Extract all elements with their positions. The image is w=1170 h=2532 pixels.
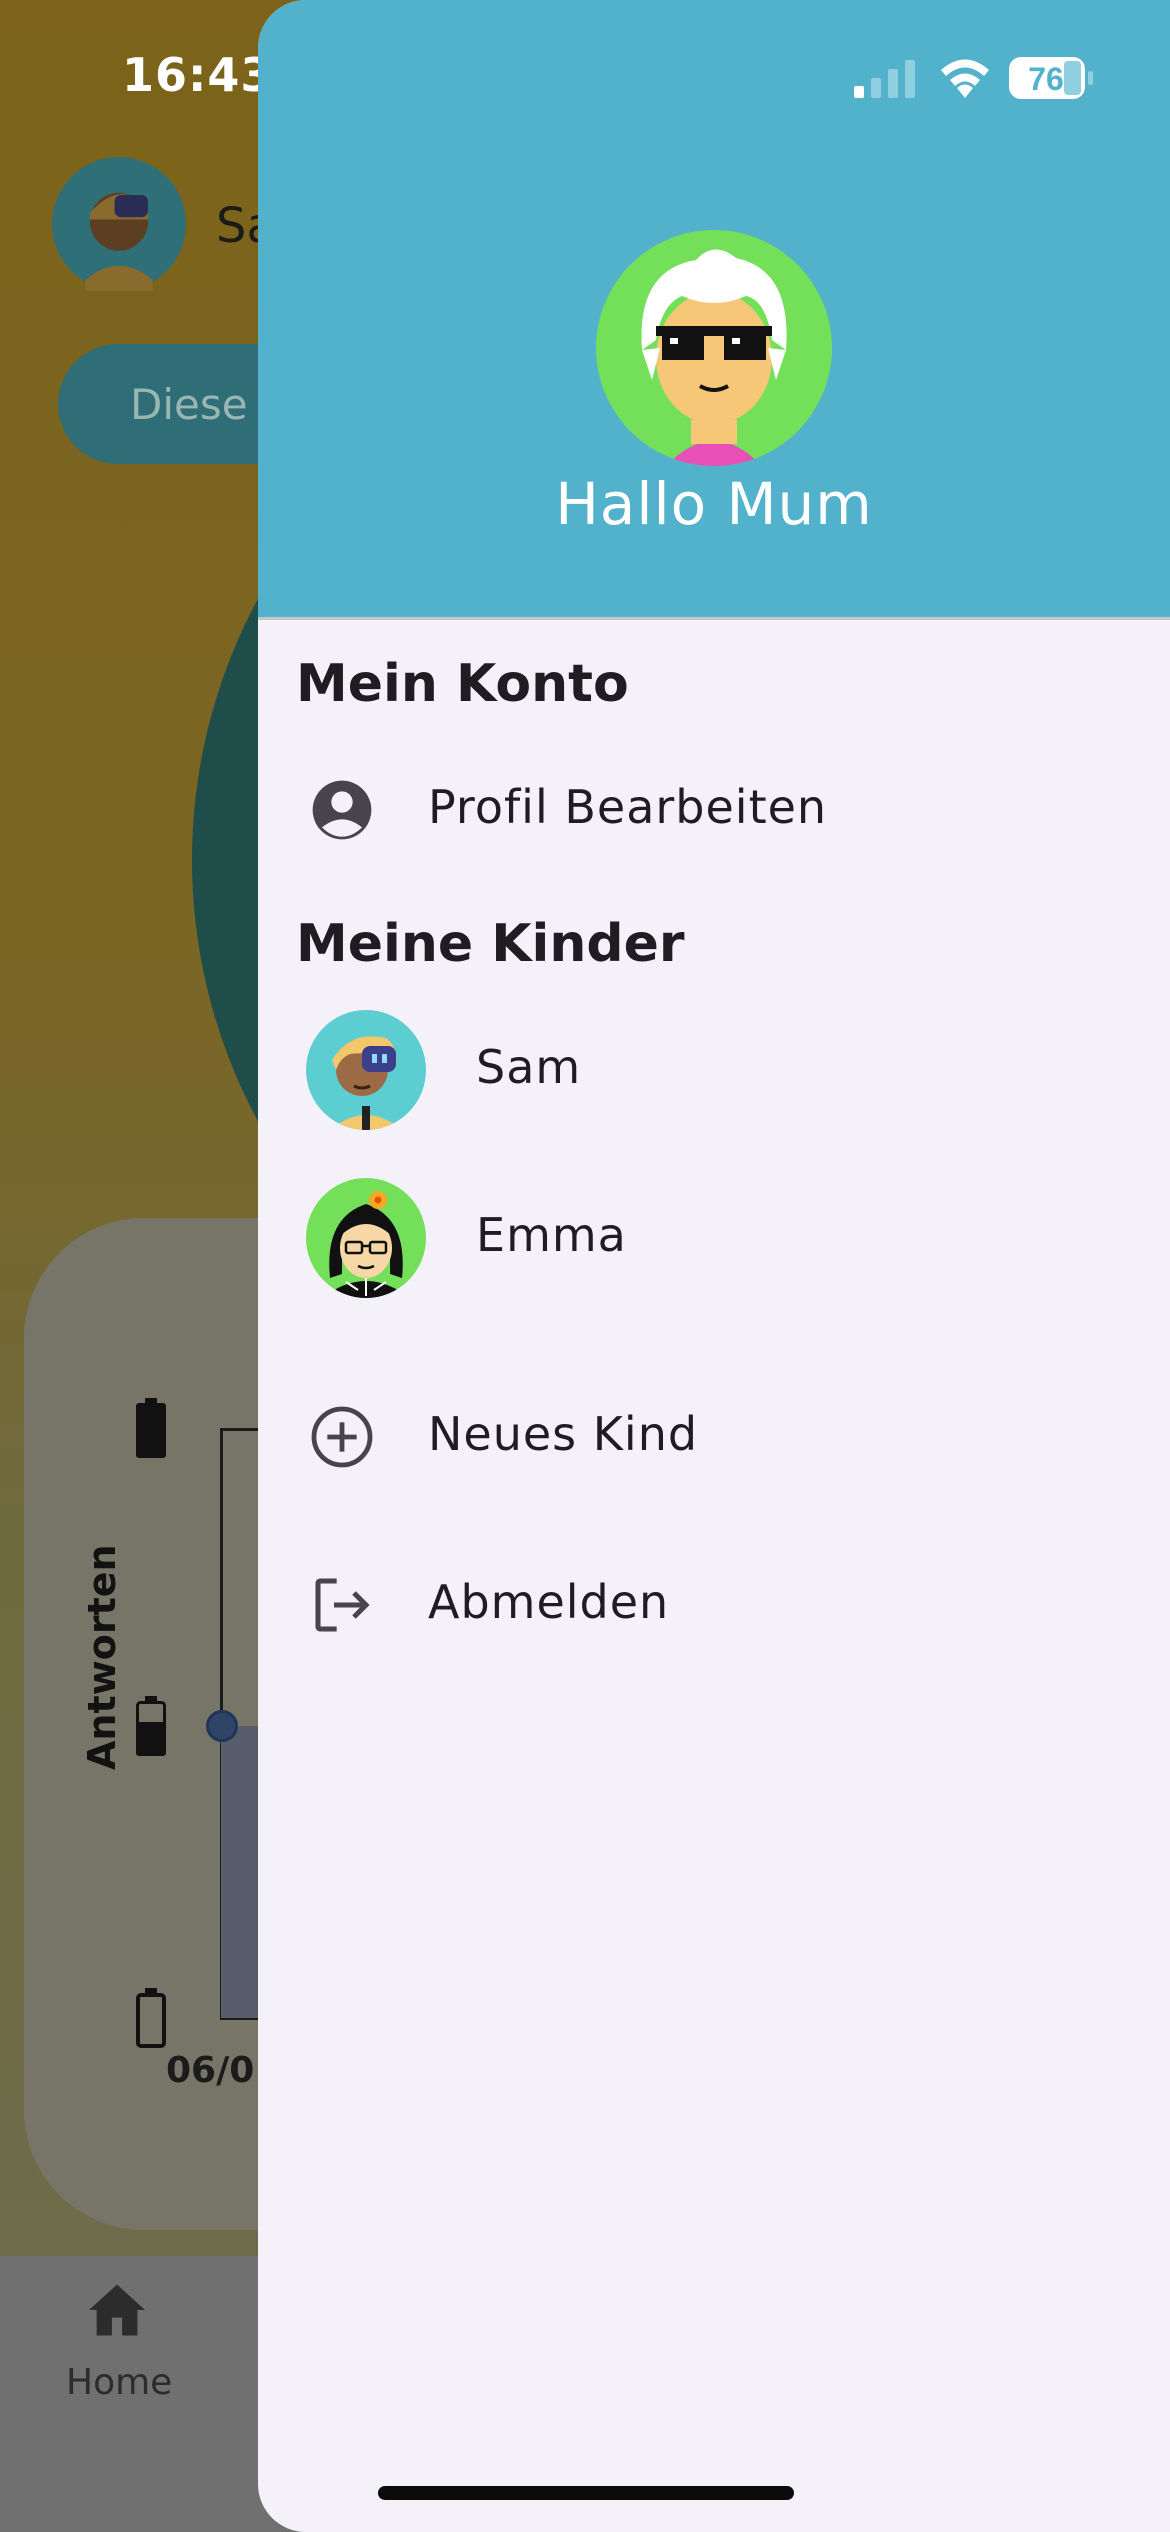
greeting-text: Hallo Mum	[555, 470, 873, 538]
drawer-header: 76 Hallo Mum	[258, 0, 1170, 620]
children-section-title: Meine Kinder	[296, 914, 685, 974]
emma-avatar-icon	[306, 1178, 426, 1298]
logout-icon	[315, 1578, 370, 1632]
child-item-emma[interactable]: Emma	[258, 1178, 1170, 1298]
navigation-drawer: 76 Hallo Mum Mein Konto Profil Bearbeite…	[258, 0, 1170, 2532]
parent-avatar	[596, 230, 832, 466]
account-section-title: Mein Konto	[296, 654, 629, 714]
chart-point-bg	[206, 1710, 238, 1742]
nav-home-label: Home	[66, 2362, 173, 2403]
child-name-sam: Sam	[476, 1040, 582, 1094]
chart-xtick-bg: 06/0	[166, 2050, 255, 2091]
status-time: 16:43	[122, 48, 274, 102]
child-avatar-sam-bg	[52, 157, 186, 291]
edit-profile-item[interactable]: Profil Bearbeiten	[258, 750, 1170, 870]
add-child-item[interactable]: Neues Kind	[258, 1377, 1170, 1497]
battery-empty-icon	[136, 1988, 166, 2048]
child-item-sam[interactable]: Sam	[258, 1010, 1170, 1130]
battery-full-icon	[136, 1398, 166, 1458]
child-name-emma: Emma	[476, 1208, 627, 1262]
cellular-signal-icon	[854, 60, 915, 98]
add-child-label: Neues Kind	[428, 1407, 699, 1461]
add-circle-icon	[311, 1406, 373, 1468]
battery-status-icon: 76	[1009, 57, 1093, 99]
chart-ylabel-bg: Antworten	[80, 1544, 124, 1770]
period-pill-label-bg: Diese	[130, 380, 248, 429]
battery-half-icon	[136, 1696, 166, 1756]
sam-avatar-icon	[306, 1010, 426, 1130]
edit-profile-label: Profil Bearbeiten	[428, 780, 828, 834]
wifi-icon	[941, 59, 989, 98]
account-circle-icon	[312, 780, 372, 840]
battery-level-text: 76	[1028, 61, 1064, 97]
home-indicator[interactable]	[378, 2486, 794, 2500]
home-icon	[89, 2284, 145, 2336]
logout-item[interactable]: Abmelden	[258, 1545, 1170, 1665]
logout-label: Abmelden	[428, 1575, 670, 1629]
